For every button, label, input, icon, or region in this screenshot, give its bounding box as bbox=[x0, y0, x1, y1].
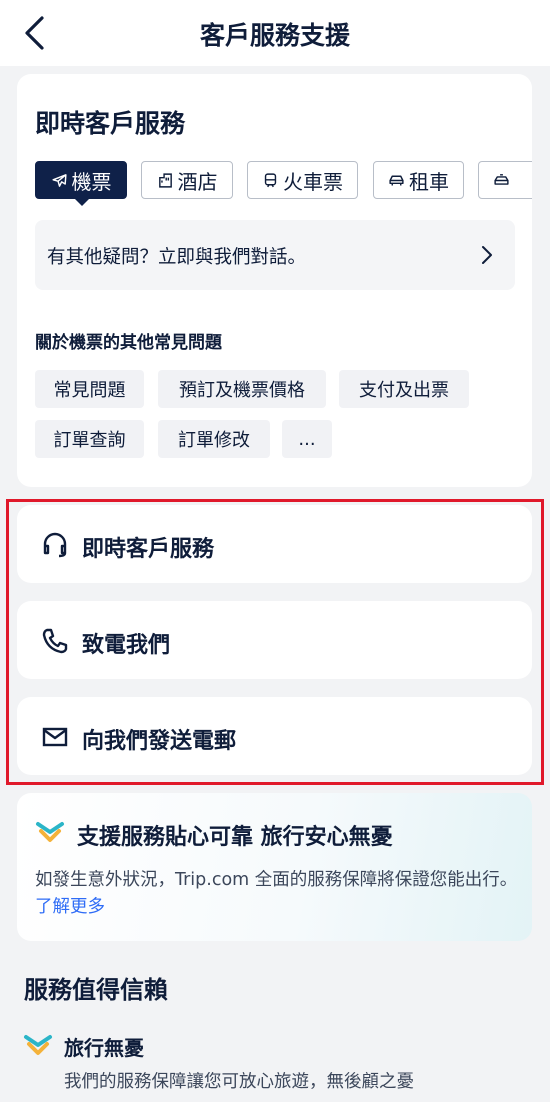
plane-icon bbox=[51, 173, 67, 187]
tab-label: 火車票 bbox=[283, 169, 343, 194]
trust-item-title: 旅行無憂 bbox=[64, 1036, 144, 1060]
live-service-card: 即時客戶服務 機票 酒店 火車票 租車 有其他疑問？立即與我們對話。 關於機票的… bbox=[17, 74, 532, 487]
learn-more-link[interactable]: 了解更多 bbox=[35, 897, 105, 917]
chat-prompt: 有其他疑問？立即與我們對話。 bbox=[47, 247, 307, 268]
taxi-icon bbox=[494, 173, 509, 185]
faq-chip-more[interactable]: ... bbox=[282, 420, 332, 458]
page-title: 客戶服務支援 bbox=[199, 21, 350, 50]
banner-description: 如發生意外狀況，Trip.com 全面的服務保障將保證您能出行。 了解更多 bbox=[35, 867, 525, 921]
tab-label: 酒店 bbox=[177, 169, 218, 194]
faq-chip[interactable]: 訂單查詢 bbox=[35, 420, 144, 458]
top-bar: 客戶服務支援 bbox=[0, 0, 550, 66]
banner-title: 支援服務貼心可靠 旅行安心無憂 bbox=[77, 825, 393, 850]
tab-hotels[interactable]: 酒店 bbox=[141, 161, 233, 199]
hotel-icon bbox=[158, 172, 172, 188]
tab-trains[interactable]: 火車票 bbox=[247, 161, 358, 199]
car-icon bbox=[389, 175, 404, 185]
tab-label: 租車 bbox=[409, 169, 449, 194]
chat-now-row[interactable]: 有其他疑問？立即與我們對話。 bbox=[35, 220, 515, 290]
faq-chip[interactable]: 常見問題 bbox=[35, 370, 144, 408]
shield-check-icon bbox=[24, 1035, 52, 1055]
highlight-frame bbox=[6, 499, 544, 785]
tab-car-rental[interactable]: 租車 bbox=[373, 161, 464, 199]
trust-section-title: 服務值得信賴 bbox=[24, 976, 168, 1004]
banner-text: 如發生意外狀況，Trip.com 全面的服務保障將保證您能出行。 bbox=[35, 870, 518, 890]
faq-title: 關於機票的其他常見問題 bbox=[35, 333, 222, 353]
faq-chip[interactable]: 訂單修改 bbox=[158, 420, 270, 458]
faq-chip[interactable]: 預訂及機票價格 bbox=[158, 370, 326, 408]
shield-check-icon bbox=[36, 822, 64, 842]
faq-chip[interactable]: 支付及出票 bbox=[339, 370, 469, 408]
train-icon bbox=[264, 172, 277, 187]
chevron-right-icon bbox=[482, 246, 492, 264]
tab-airport-transfer[interactable] bbox=[478, 161, 532, 199]
service-guarantee-banner: 支援服務貼心可靠 旅行安心無憂 如發生意外狀況，Trip.com 全面的服務保障… bbox=[17, 793, 532, 941]
live-service-title: 即時客戶服務 bbox=[35, 109, 186, 138]
tab-label: 機票 bbox=[71, 169, 112, 194]
trust-item-description: 我們的服務保障讓您可放心旅遊，無後顧之憂 bbox=[64, 1072, 414, 1092]
product-tabs: 機票 酒店 火車票 租車 bbox=[35, 161, 532, 213]
tab-flights[interactable]: 機票 bbox=[35, 161, 127, 206]
